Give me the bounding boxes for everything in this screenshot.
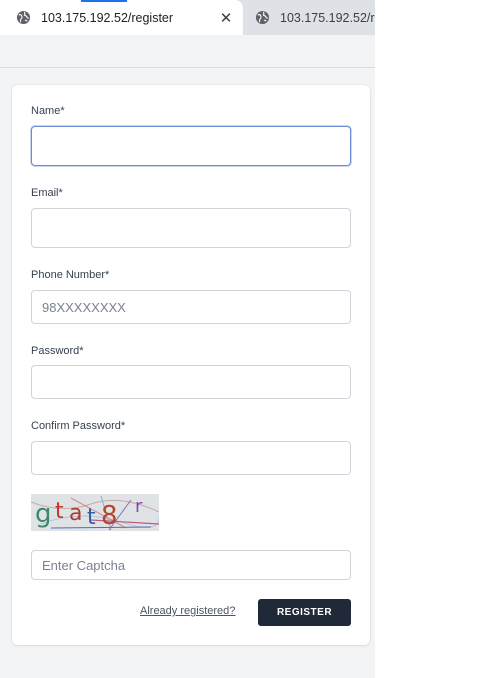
email-label: Email*: [31, 187, 63, 199]
browser-toolbar: [0, 35, 375, 68]
captcha-input[interactable]: [31, 550, 351, 580]
password-label: Password*: [31, 345, 84, 357]
captcha-char: 8: [101, 501, 118, 531]
tab-register-active[interactable]: 103.175.192.52/register ✕: [0, 0, 243, 35]
globe-icon: [255, 10, 270, 25]
browser-viewport: 103.175.192.52/register ✕ 103.175.192.52…: [0, 0, 375, 678]
globe-icon: [16, 10, 31, 25]
captcha-char: r: [135, 496, 143, 517]
already-registered-link[interactable]: Already registered?: [140, 605, 235, 617]
tab-title: 103.175.192.52/register: [41, 10, 174, 25]
confirm-password-field[interactable]: [31, 441, 351, 475]
phone-field[interactable]: [31, 290, 351, 324]
register-button[interactable]: REGISTER: [258, 599, 351, 626]
captcha-image[interactable]: g t a t 8 r: [31, 494, 159, 531]
captcha-char: a: [69, 501, 82, 526]
captcha-char: g: [35, 499, 52, 529]
tab-title: 103.175.192.52/register: [280, 10, 375, 25]
email-field[interactable]: [31, 208, 351, 248]
tab-loading-indicator: [81, 0, 127, 2]
register-card: Name* Email* Phone Number* Password* Con…: [12, 85, 370, 645]
password-field[interactable]: [31, 365, 351, 399]
tab-strip: 103.175.192.52/register ✕ 103.175.192.52…: [0, 0, 375, 35]
close-tab-icon[interactable]: ✕: [215, 9, 237, 27]
phone-label: Phone Number*: [31, 269, 110, 281]
tab-register-inactive[interactable]: 103.175.192.52/register: [243, 0, 375, 35]
confirm-password-label: Confirm Password*: [31, 420, 126, 432]
name-field[interactable]: [31, 126, 351, 166]
captcha-char: t: [55, 499, 64, 524]
captcha-char: t: [87, 505, 96, 530]
name-label: Name*: [31, 105, 65, 117]
